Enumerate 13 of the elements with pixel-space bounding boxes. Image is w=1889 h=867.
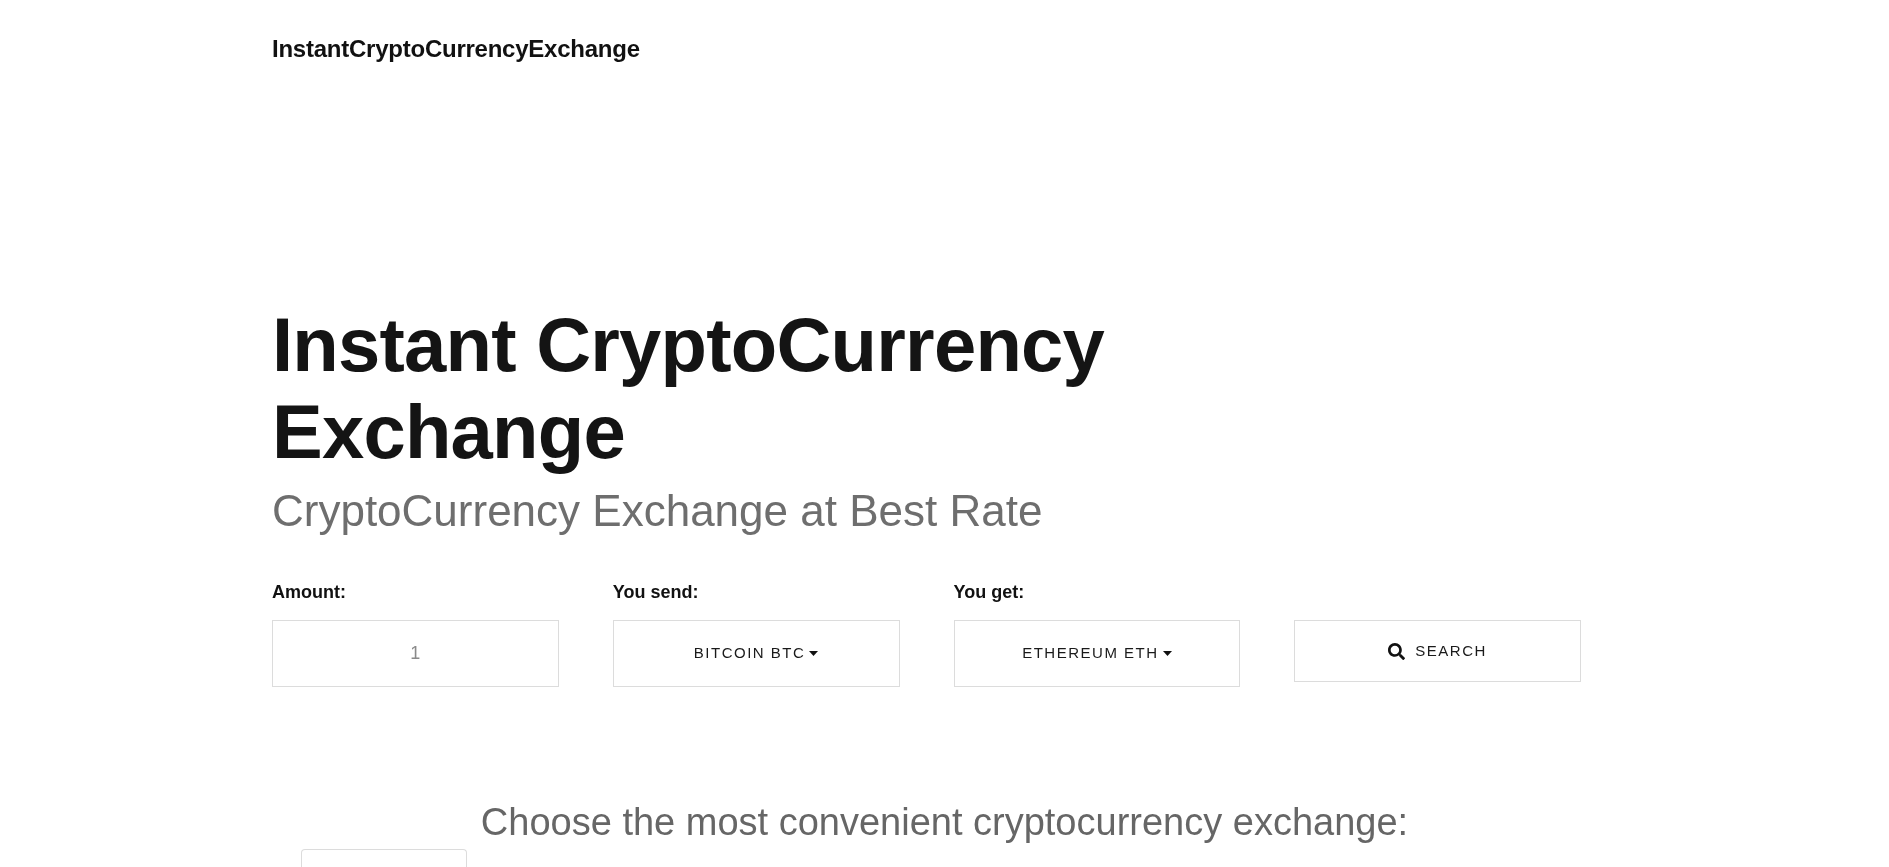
caret-icon [1162, 651, 1172, 656]
hero-title: Instant CryptoCurrency Exchange [272, 301, 1106, 475]
hero-subtitle: CryptoCurrency Exchange at Best Rate [272, 485, 1044, 537]
field-label: Amount: [272, 581, 347, 604]
field-label: You send: [612, 581, 700, 604]
search-button[interactable]: SEARCH [1294, 620, 1581, 682]
currency-dropdown[interactable]: BITCOIN BTC [612, 620, 900, 687]
section-heading: Choose the most convenient cryptocurrency exchange: [479, 800, 1410, 845]
caret-icon [809, 651, 819, 656]
field-label: You get: [953, 581, 1026, 604]
site-logo[interactable]: InstantCryptoCurrencyExchange [272, 35, 640, 62]
currency-dropdown[interactable]: ETHEREUM ETH [953, 620, 1241, 687]
search-icon [1388, 642, 1406, 660]
